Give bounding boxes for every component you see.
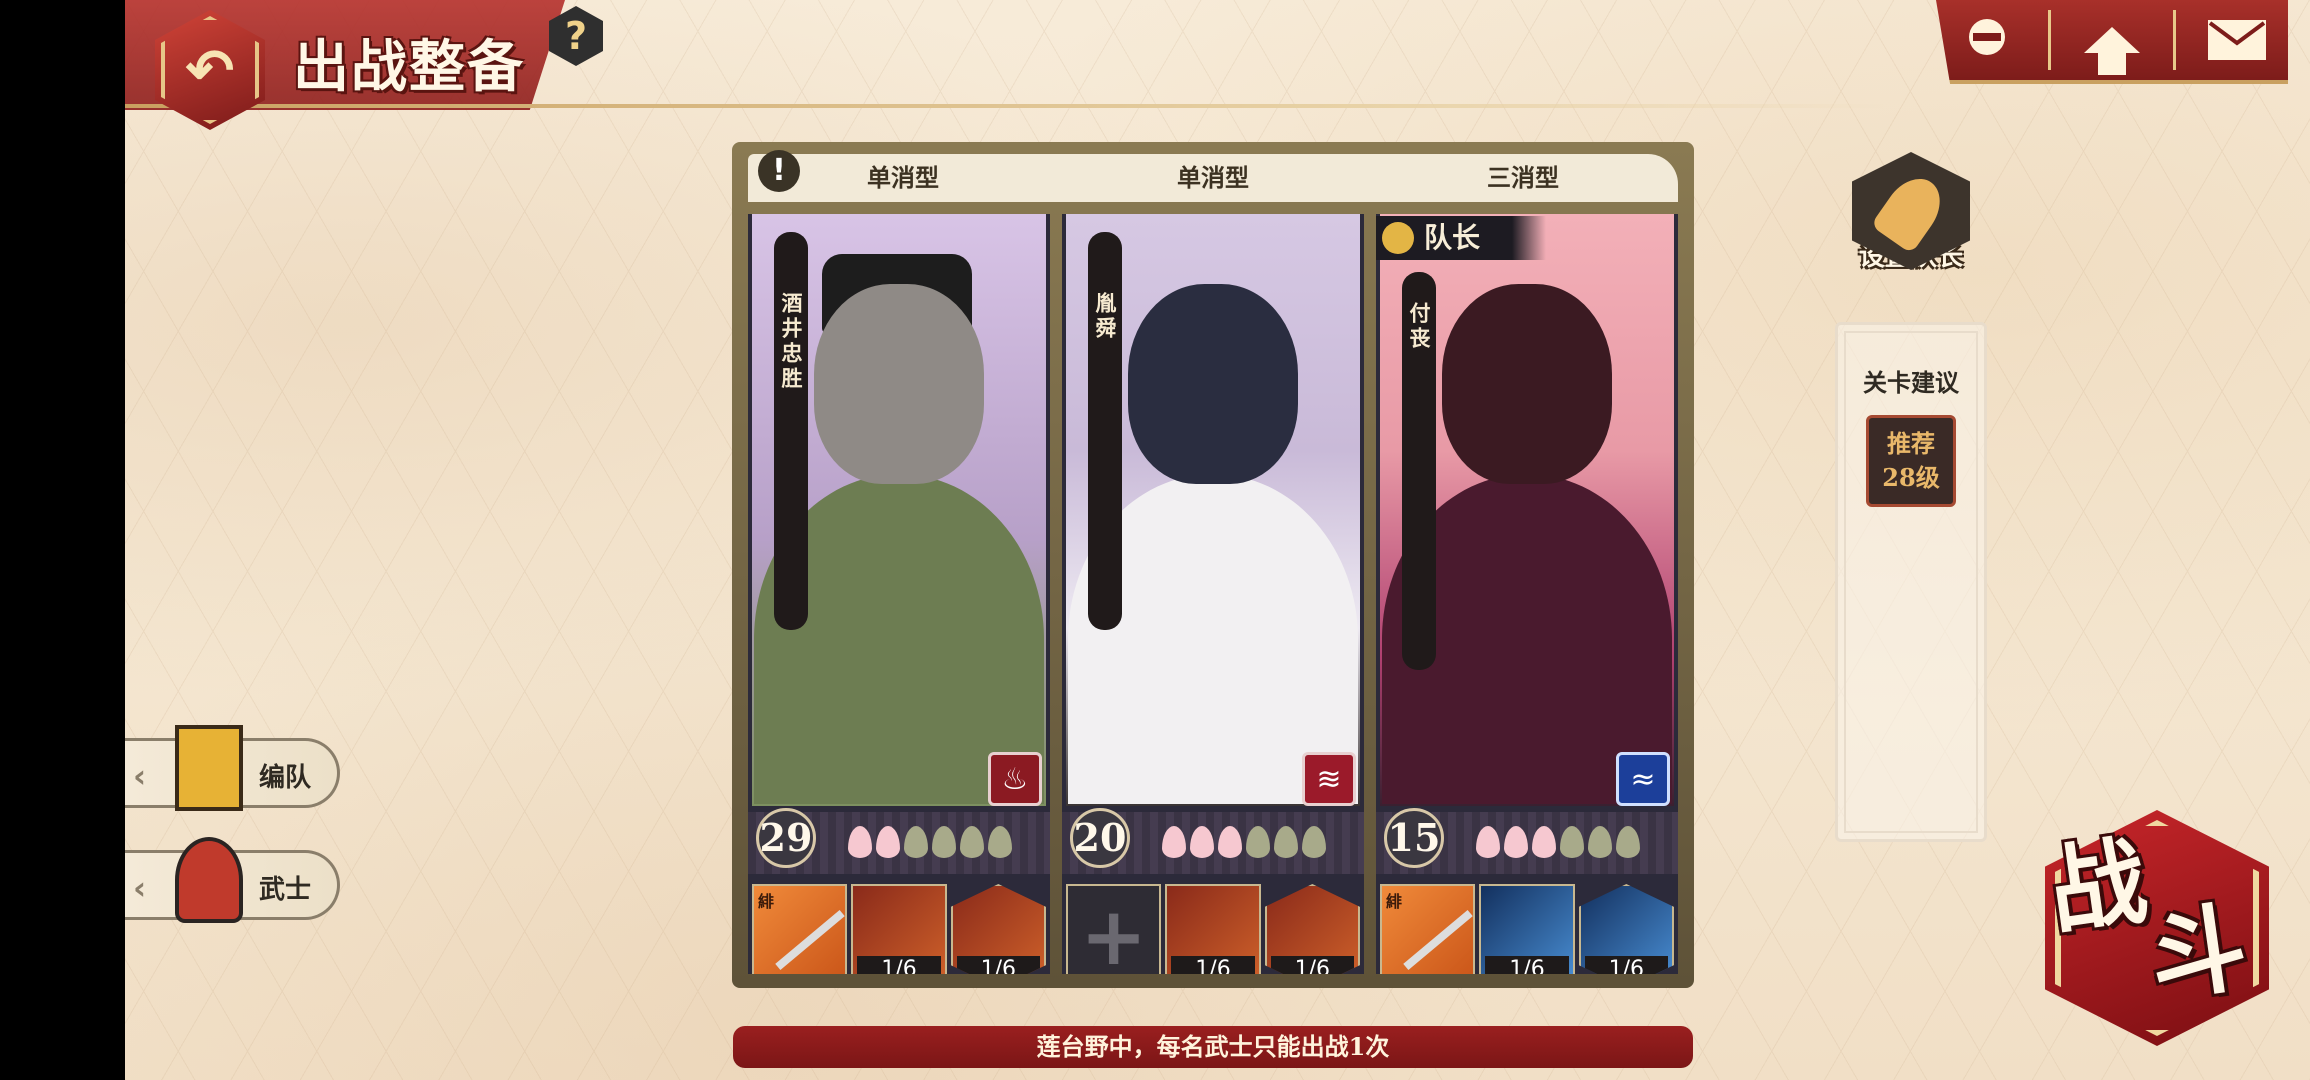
- skill-slot[interactable]: 1/6: [950, 884, 1046, 974]
- skill-slot[interactable]: 1/6: [1578, 884, 1674, 974]
- weapon-tag: 緋: [758, 892, 775, 911]
- level-badge: 29: [756, 808, 816, 868]
- battle-label: 战 斗: [2042, 818, 2254, 1022]
- weapon-slot[interactable]: 緋: [752, 884, 848, 974]
- empty-weapon-slot[interactable]: +: [1066, 884, 1162, 975]
- header-divider: [125, 104, 1885, 108]
- petal-icon: [1504, 826, 1528, 858]
- page-title: 出战整备: [293, 34, 525, 100]
- leader-badge: 队长: [1376, 216, 1546, 260]
- helmet-icon: [175, 837, 243, 923]
- home-button[interactable]: [2072, 5, 2152, 75]
- character-cards: 酒井忠胜 ♨ 29 緋 1/6 1/6 胤舜 ≋ 20 + 1/6 1/6 队长…: [748, 214, 1678, 974]
- type-label: 三消型: [1487, 163, 1559, 192]
- formation-screen: ↶ 出战整备 ? ‹ 编队 ‹ 武士 单消型 单消型 三消型 ! 酒井忠胜 ♨ …: [125, 0, 2310, 1080]
- petal-icon: [904, 826, 928, 858]
- top-toolbar: [1936, 0, 2288, 84]
- formation-label: 编队: [259, 763, 312, 793]
- ninja-icon: [1963, 15, 2011, 65]
- petal-icon: [1246, 826, 1270, 858]
- advice-title: 关卡建议: [1863, 368, 1959, 397]
- flag-icon: [175, 725, 243, 811]
- petal-icon: [1560, 826, 1584, 858]
- skill-slot[interactable]: 1/6: [851, 884, 947, 974]
- recommend-label: 推荐: [1887, 429, 1935, 458]
- chevron-left-icon: ‹: [133, 869, 147, 907]
- skill-slot[interactable]: 1/6: [1264, 884, 1360, 974]
- petal-rating: [1162, 826, 1326, 858]
- sword-icon: [775, 909, 845, 971]
- petal-icon: [1274, 826, 1298, 858]
- level-badge: 15: [1384, 808, 1444, 868]
- mail-button[interactable]: [2197, 5, 2277, 75]
- skill-count: 1/6: [1171, 956, 1255, 974]
- petal-icon: [988, 826, 1012, 858]
- petal-icon: [1476, 826, 1500, 858]
- level-badge: 20: [1070, 808, 1130, 868]
- formation-button[interactable]: ‹ 编队: [125, 725, 340, 811]
- petal-icon: [848, 826, 872, 858]
- team-panel: 单消型 单消型 三消型 ! 酒井忠胜 ♨ 29 緋 1/6 1/6 胤舜 ≋ 2…: [732, 142, 1694, 988]
- skill-count: 1/6: [956, 956, 1040, 974]
- equipment-slots: 緋 1/6 1/6: [752, 884, 1046, 974]
- sword-icon: [1403, 909, 1473, 971]
- warning-icon[interactable]: !: [758, 150, 800, 192]
- petal-rating: [848, 826, 1012, 858]
- petal-icon: [1616, 826, 1640, 858]
- equipment-slots: + 1/6 1/6: [1066, 884, 1360, 974]
- battle-char-1: 战: [2042, 823, 2154, 949]
- petal-icon: [1162, 826, 1186, 858]
- petal-icon: [1302, 826, 1326, 858]
- back-arrow-icon: ↶: [185, 38, 235, 103]
- portrait-head: [1128, 284, 1298, 484]
- character-card-2[interactable]: 胤舜 ≋ 20 + 1/6 1/6: [1062, 214, 1364, 974]
- portrait-head: [814, 284, 984, 484]
- petal-icon: [1190, 826, 1214, 858]
- stage-advice-panel: 关卡建议 推荐 28级: [1835, 322, 1987, 842]
- character-card-3[interactable]: 队长 付丧 ≈ 15 緋 1/6 1/6: [1376, 214, 1678, 974]
- recommended-level: 推荐 28级: [1866, 415, 1956, 507]
- battle-char-2: 斗: [2142, 890, 2254, 1016]
- slash-attribute-icon: ≋: [1302, 752, 1356, 806]
- plus-icon: +: [1080, 889, 1148, 975]
- battle-rule-notice: 莲台野中，每名武士只能出战1次: [733, 1026, 1693, 1068]
- character-name: 胤舜: [1088, 232, 1122, 630]
- chevron-left-icon: ‹: [133, 757, 147, 795]
- character-card-1[interactable]: 酒井忠胜 ♨ 29 緋 1/6 1/6: [748, 214, 1050, 974]
- skill-count: 1/6: [857, 956, 941, 974]
- battle-button[interactable]: 战 斗: [2037, 800, 2277, 1050]
- fire-attribute-icon: ♨: [988, 752, 1042, 806]
- weapon-slot[interactable]: 緋: [1380, 884, 1476, 974]
- skill-count: 1/6: [1485, 956, 1569, 974]
- character-name: 付丧: [1402, 272, 1436, 670]
- recommend-level-value: 28级: [1882, 463, 1940, 492]
- petal-icon: [1588, 826, 1612, 858]
- toolbar-divider: [2047, 10, 2051, 70]
- set-leader-button[interactable]: 设置队长: [1847, 152, 1975, 292]
- type-label: 单消型: [1177, 163, 1249, 192]
- ninja-button[interactable]: [1947, 5, 2027, 75]
- home-icon: [2083, 27, 2140, 75]
- petal-icon: [876, 826, 900, 858]
- type-header: 单消型 单消型 三消型: [748, 154, 1678, 202]
- petal-rating: [1476, 826, 1640, 858]
- portrait-head: [1442, 284, 1612, 484]
- skill-slot[interactable]: 1/6: [1479, 884, 1575, 974]
- petal-icon: [1218, 826, 1242, 858]
- petal-icon: [1532, 826, 1556, 858]
- samurai-button[interactable]: ‹ 武士: [125, 837, 340, 923]
- weapon-tag: 緋: [1386, 892, 1403, 911]
- skill-slot[interactable]: 1/6: [1165, 884, 1261, 974]
- petal-icon: [932, 826, 956, 858]
- character-name: 酒井忠胜: [774, 232, 808, 630]
- samurai-label: 武士: [259, 875, 312, 905]
- equipment-slots: 緋 1/6 1/6: [1380, 884, 1674, 974]
- water-attribute-icon: ≈: [1616, 752, 1670, 806]
- skill-count: 1/6: [1270, 956, 1354, 974]
- petal-icon: [960, 826, 984, 858]
- toolbar-divider: [2173, 10, 2177, 70]
- mail-icon: [2208, 20, 2267, 60]
- skill-count: 1/6: [1584, 956, 1668, 974]
